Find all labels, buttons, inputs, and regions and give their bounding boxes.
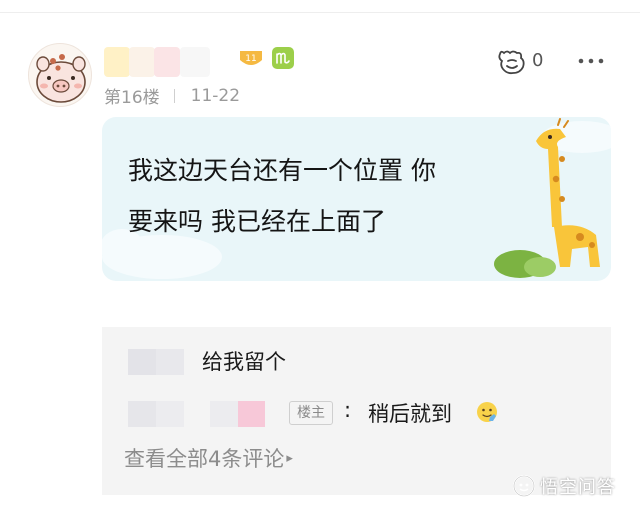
level-badge-icon: 11 [240, 51, 262, 65]
like-button[interactable] [497, 48, 527, 76]
wukong-logo-icon [513, 475, 535, 497]
virgo-icon [272, 47, 294, 69]
comment-line: 我这边天台还有一个位置 你 [128, 156, 436, 185]
author-tag: 楼主 [289, 401, 333, 425]
meta-divider [173, 88, 175, 103]
post-date: 11-22 [190, 85, 241, 106]
username-blur [154, 47, 180, 77]
thumbs-up-emoji-icon [477, 402, 497, 422]
reply-username-blur [128, 401, 156, 427]
view-all-replies-link[interactable]: 查看全部4条评论 ▸ [124, 443, 293, 473]
replies-panel: 给我留个 楼主 : 稍后就到 查看全部4条评论 ▸ [102, 327, 611, 495]
post-meta: 第16楼 11-22 [104, 83, 241, 109]
reply-username-blur [156, 401, 184, 427]
username-blur [104, 47, 130, 77]
reply-text: 给我留个 [202, 350, 286, 374]
view-all-label: 查看全部4条评论 [124, 447, 285, 471]
like-icon [498, 50, 525, 75]
like-count: 0 [532, 50, 544, 71]
comment-text: 我这边天台还有一个位置 你 要来吗 我已经在上面了 [128, 145, 528, 247]
more-icon [578, 58, 604, 64]
reply-username-blur [156, 349, 184, 375]
reply-text: 稍后就到 [368, 402, 452, 426]
level-number: 11 [245, 54, 256, 64]
username-blur [180, 47, 210, 77]
reply-colon: : [344, 398, 352, 422]
reply-username-blur [210, 401, 238, 427]
more-button[interactable] [577, 53, 605, 67]
username-blur [129, 47, 155, 77]
comment-line: 要来吗 我已经在上面了 [128, 207, 386, 236]
floor-label: 第16楼 [104, 88, 160, 108]
giraffe-icon [494, 118, 600, 278]
pig-avatar-icon [36, 54, 86, 103]
watermark: 悟空问答 [512, 473, 616, 499]
top-divider [0, 12, 640, 13]
comment-bubble[interactable]: 我这边天台还有一个位置 你 要来吗 我已经在上面了 [102, 117, 611, 281]
chevron-right-icon: ▸ [286, 450, 293, 466]
reply-username-blur [128, 349, 156, 375]
reply-item[interactable]: 给我留个 [102, 341, 611, 377]
reply-username-blur [238, 401, 265, 427]
watermark-text: 悟空问答 [540, 477, 616, 498]
reply-item[interactable]: 楼主 : 稍后就到 [102, 393, 611, 429]
avatar[interactable] [28, 43, 92, 107]
